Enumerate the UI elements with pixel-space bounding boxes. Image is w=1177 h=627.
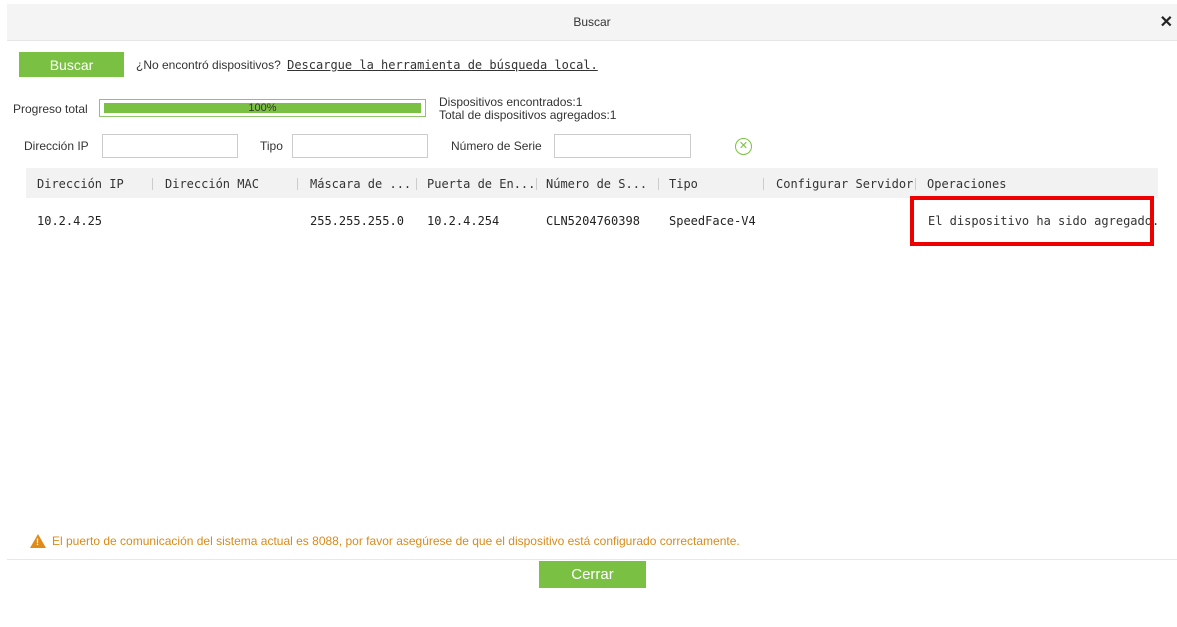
hint-question: ¿No encontró dispositivos? <box>136 58 281 72</box>
col-server[interactable]: Configurar Servidor <box>776 177 913 191</box>
cell-mask: 255.255.255.0 <box>310 214 404 228</box>
col-mac[interactable]: Dirección MAC <box>165 177 259 191</box>
col-gateway[interactable]: Puerta de En... <box>427 177 535 191</box>
col-separator <box>152 178 153 190</box>
progress-label: Progreso total <box>13 102 88 116</box>
download-tool-link[interactable]: Descargue la herramienta de búsqueda loc… <box>287 58 598 72</box>
col-separator <box>416 178 417 190</box>
ip-filter-input[interactable] <box>102 134 238 158</box>
col-separator <box>658 178 659 190</box>
progress-bar: 100% <box>99 99 426 117</box>
col-separator <box>915 178 916 190</box>
cell-serial: CLN5204760398 <box>546 214 640 228</box>
close-icon[interactable]: ✕ <box>1160 12 1173 32</box>
serial-filter-label: Número de Serie <box>451 139 542 153</box>
device-counts: Dispositivos encontrados:1 Total de disp… <box>439 96 616 122</box>
col-mask[interactable]: Máscara de ... <box>310 177 411 191</box>
port-warning: ! El puerto de comunicación del sistema a… <box>30 533 740 549</box>
close-button[interactable]: Cerrar <box>539 561 646 588</box>
progress-text: 100% <box>248 102 277 114</box>
highlight-box <box>910 196 1154 246</box>
col-ip[interactable]: Dirección IP <box>37 177 124 191</box>
warning-icon: ! <box>30 533 46 548</box>
cell-ip: 10.2.4.25 <box>37 214 103 228</box>
search-button[interactable]: Buscar <box>19 52 124 77</box>
col-type[interactable]: Tipo <box>669 177 698 191</box>
cell-gateway: 10.2.4.254 <box>427 214 500 228</box>
ip-filter-label: Dirección IP <box>24 139 89 153</box>
serial-filter-input[interactable] <box>554 134 691 158</box>
footer-divider <box>7 559 1177 560</box>
devices-added: Total de dispositivos agregados:1 <box>439 108 617 122</box>
col-separator <box>297 178 298 190</box>
search-dialog: Buscar ✕ Buscar ¿No encontró dispositivo… <box>0 0 1177 627</box>
cell-type: SpeedFace-V4 <box>669 214 756 228</box>
col-serial[interactable]: Número de S... <box>546 177 647 191</box>
hint-text: ¿No encontró dispositivos? Descargue la … <box>136 58 598 72</box>
col-separator <box>763 178 764 190</box>
dialog-titlebar: Buscar ✕ <box>7 4 1177 41</box>
port-warning-text: El puerto de comunicación del sistema ac… <box>52 534 740 548</box>
dialog-title: Buscar <box>573 15 611 29</box>
type-filter-input[interactable] <box>292 134 428 158</box>
col-separator <box>536 178 537 190</box>
col-operations[interactable]: Operaciones <box>927 177 1006 191</box>
clear-filter-icon[interactable]: ✕ <box>735 138 752 155</box>
type-filter-label: Tipo <box>260 139 283 153</box>
table-header: Dirección IP Dirección MAC Máscara de ..… <box>26 168 1158 198</box>
